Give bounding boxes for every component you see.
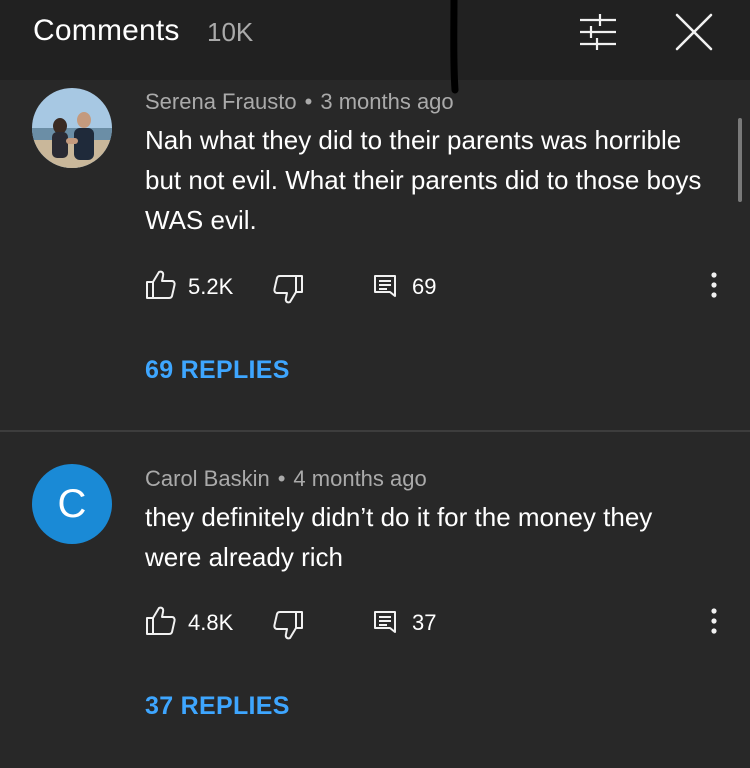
more-options-button[interactable]	[700, 604, 728, 638]
avatar-letter: C	[57, 481, 87, 526]
view-replies-link[interactable]: 37 REPLIES	[145, 692, 290, 721]
thumbs-up-icon	[146, 606, 176, 635]
reply-count: 37	[412, 610, 437, 635]
sliders-icon	[580, 14, 616, 50]
comment-thread: C Carol Baskin • 4 months ago they definit…	[0, 432, 750, 768]
comment-meta: Serena Frausto • 3 months ago	[145, 89, 454, 115]
sort-filter-button[interactable]	[576, 12, 620, 52]
more-vert-icon	[711, 608, 717, 634]
thumbs-down-icon	[273, 275, 303, 304]
author-name[interactable]: Serena Frausto	[145, 89, 297, 114]
more-vert-icon	[711, 272, 717, 298]
comment-icon	[374, 275, 396, 297]
comment-icon	[374, 611, 396, 633]
like-button[interactable]	[143, 604, 177, 638]
comment-text: they definitely didn’t do it for the mon…	[145, 502, 653, 572]
author-name[interactable]: Carol Baskin	[145, 466, 270, 491]
more-options-button[interactable]	[700, 268, 728, 302]
comment-meta: Carol Baskin • 4 months ago	[145, 466, 427, 492]
dislike-button[interactable]	[272, 272, 306, 306]
comments-title: Comments	[33, 14, 180, 47]
avatar-photo	[32, 88, 112, 168]
like-button[interactable]	[143, 268, 177, 302]
comments-header: Comments 10K	[0, 0, 750, 80]
comment-thread: Serena Frausto • 3 months ago Nah what the…	[0, 80, 750, 430]
reply-button[interactable]	[368, 606, 402, 640]
comments-count: 10K	[207, 17, 254, 47]
reply-count: 69	[412, 274, 437, 299]
thumbs-up-icon	[146, 270, 176, 299]
like-count: 4.8K	[188, 610, 234, 635]
comment-time[interactable]: 4 months ago	[293, 466, 426, 491]
reply-button[interactable]	[368, 270, 402, 304]
avatar[interactable]: C	[32, 464, 112, 544]
avatar[interactable]	[32, 88, 112, 168]
view-replies-link[interactable]: 69 REPLIES	[145, 356, 290, 385]
thumbs-down-icon	[273, 611, 303, 640]
meta-separator: •	[304, 89, 313, 114]
close-icon	[675, 13, 713, 51]
like-count: 5.2K	[188, 274, 234, 299]
comment-time[interactable]: 3 months ago	[320, 89, 453, 114]
dislike-button[interactable]	[272, 608, 306, 642]
close-button[interactable]	[672, 12, 716, 52]
meta-separator: •	[277, 466, 286, 491]
comment-text: Nah what they did to their parents was h…	[145, 125, 702, 235]
